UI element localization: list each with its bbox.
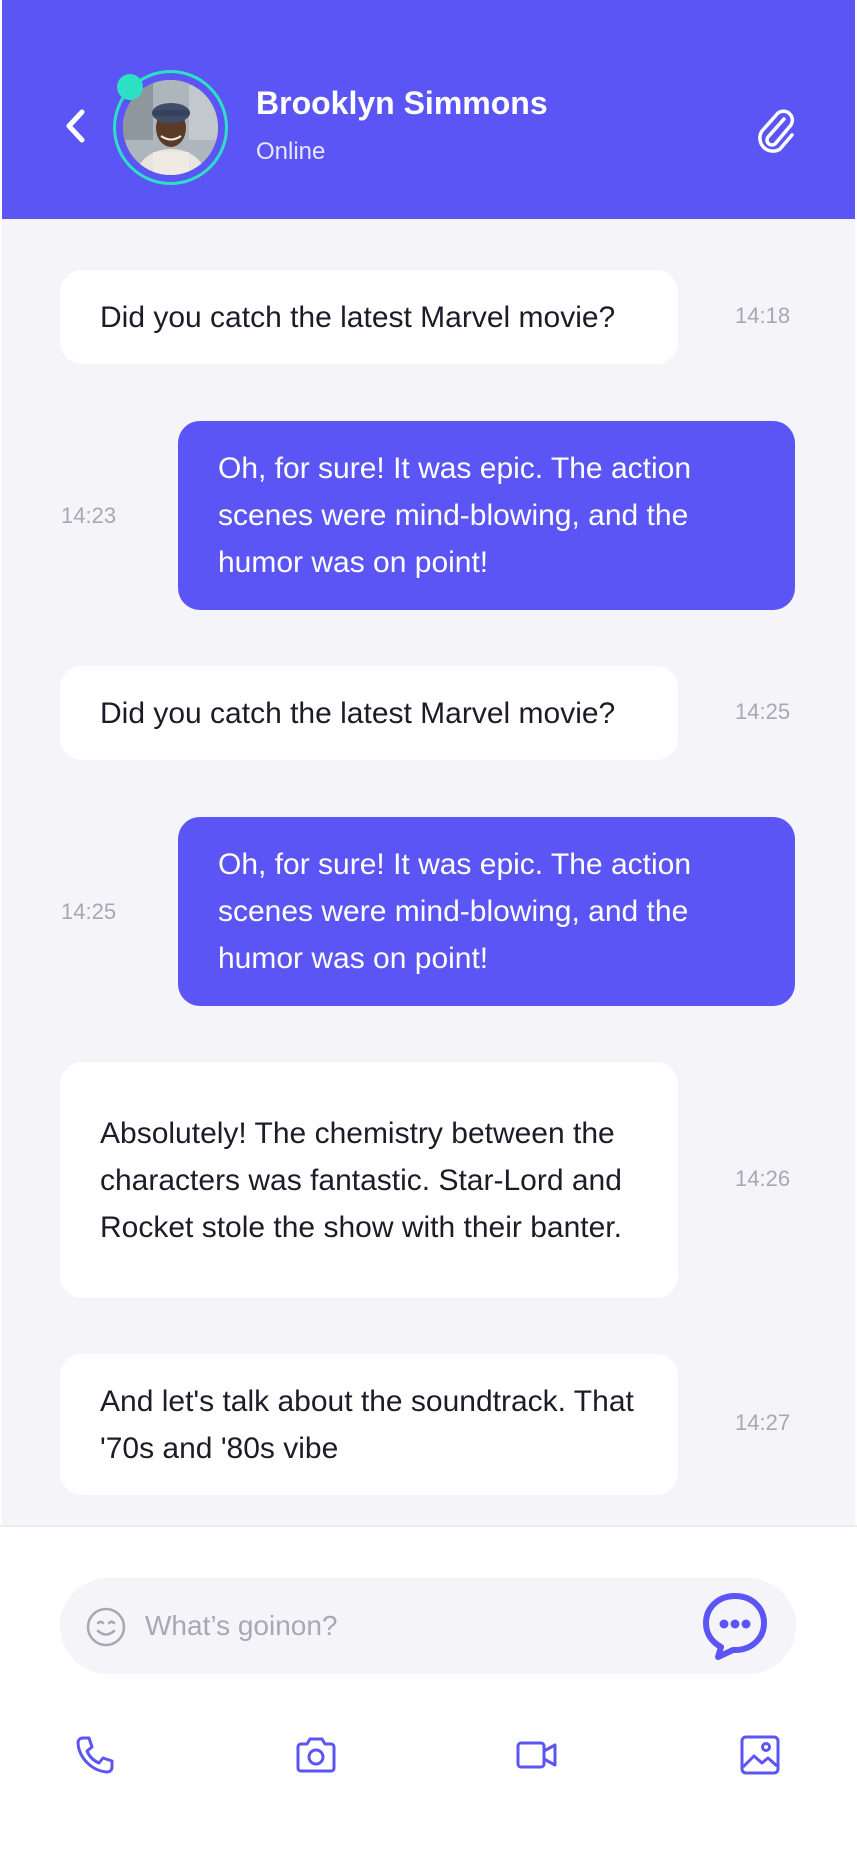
message-text: Did you catch the latest Marvel movie? (100, 696, 616, 730)
contact-name[interactable]: Brooklyn Simmons (256, 85, 548, 122)
gallery-button[interactable] (735, 1730, 785, 1780)
message-text: Did you catch the latest Marvel movie? (100, 300, 616, 334)
contact-status: Online (256, 138, 326, 165)
call-button[interactable] (70, 1730, 120, 1780)
camera-icon (296, 1737, 336, 1773)
message-text: Oh, for sure! It was epic. The action sc… (218, 452, 691, 579)
emoji-button[interactable] (85, 1606, 127, 1648)
message-bubble-incoming[interactable]: Did you catch the latest Marvel movie? (60, 666, 678, 760)
message-text: Absolutely! The chemistry between the ch… (100, 1116, 622, 1244)
message-bubble-incoming[interactable]: Did you catch the latest Marvel movie? (60, 270, 678, 364)
paperclip-icon (758, 109, 795, 153)
camera-button[interactable] (291, 1730, 341, 1780)
phone-icon (76, 1736, 114, 1774)
chat-bubble-icon (703, 1593, 767, 1660)
action-bar (0, 1700, 857, 1800)
message-time: 14:23 (61, 503, 117, 528)
message-list[interactable]: Did you catch the latest Marvel movie? 1… (2, 219, 855, 1525)
chevron-left-icon (66, 109, 85, 143)
image-icon (740, 1735, 780, 1775)
message-input[interactable] (145, 1602, 665, 1650)
message-time: 14:26 (735, 1166, 791, 1191)
divider (0, 1525, 857, 1527)
message-text: And let's talk about the soundtrack. Tha… (100, 1384, 634, 1465)
message-bubble-outgoing[interactable]: Oh, for sure! It was epic. The action sc… (178, 421, 795, 610)
send-button[interactable] (700, 1590, 770, 1662)
chat-screen: Brooklyn Simmons Online Did you catch th… (0, 0, 857, 1852)
video-button[interactable] (512, 1730, 562, 1780)
smiley-icon (86, 1607, 126, 1647)
back-button[interactable] (58, 104, 92, 148)
message-time: 14:25 (735, 699, 791, 724)
message-bubble-incoming[interactable]: And let's talk about the soundtrack. Tha… (60, 1354, 678, 1495)
message-text: Oh, for sure! It was epic. The action sc… (218, 848, 691, 975)
message-composer (60, 1578, 796, 1674)
message-bubble-outgoing[interactable]: Oh, for sure! It was epic. The action sc… (178, 817, 795, 1006)
message-time: 14:18 (735, 303, 791, 328)
online-indicator (117, 74, 143, 100)
message-time: 14:27 (735, 1410, 791, 1435)
message-time: 14:25 (61, 899, 117, 924)
chat-header: Brooklyn Simmons Online (2, 0, 855, 219)
attach-button[interactable] (751, 104, 801, 158)
message-bubble-incoming[interactable]: Absolutely! The chemistry between the ch… (60, 1062, 678, 1298)
video-icon (516, 1741, 557, 1769)
